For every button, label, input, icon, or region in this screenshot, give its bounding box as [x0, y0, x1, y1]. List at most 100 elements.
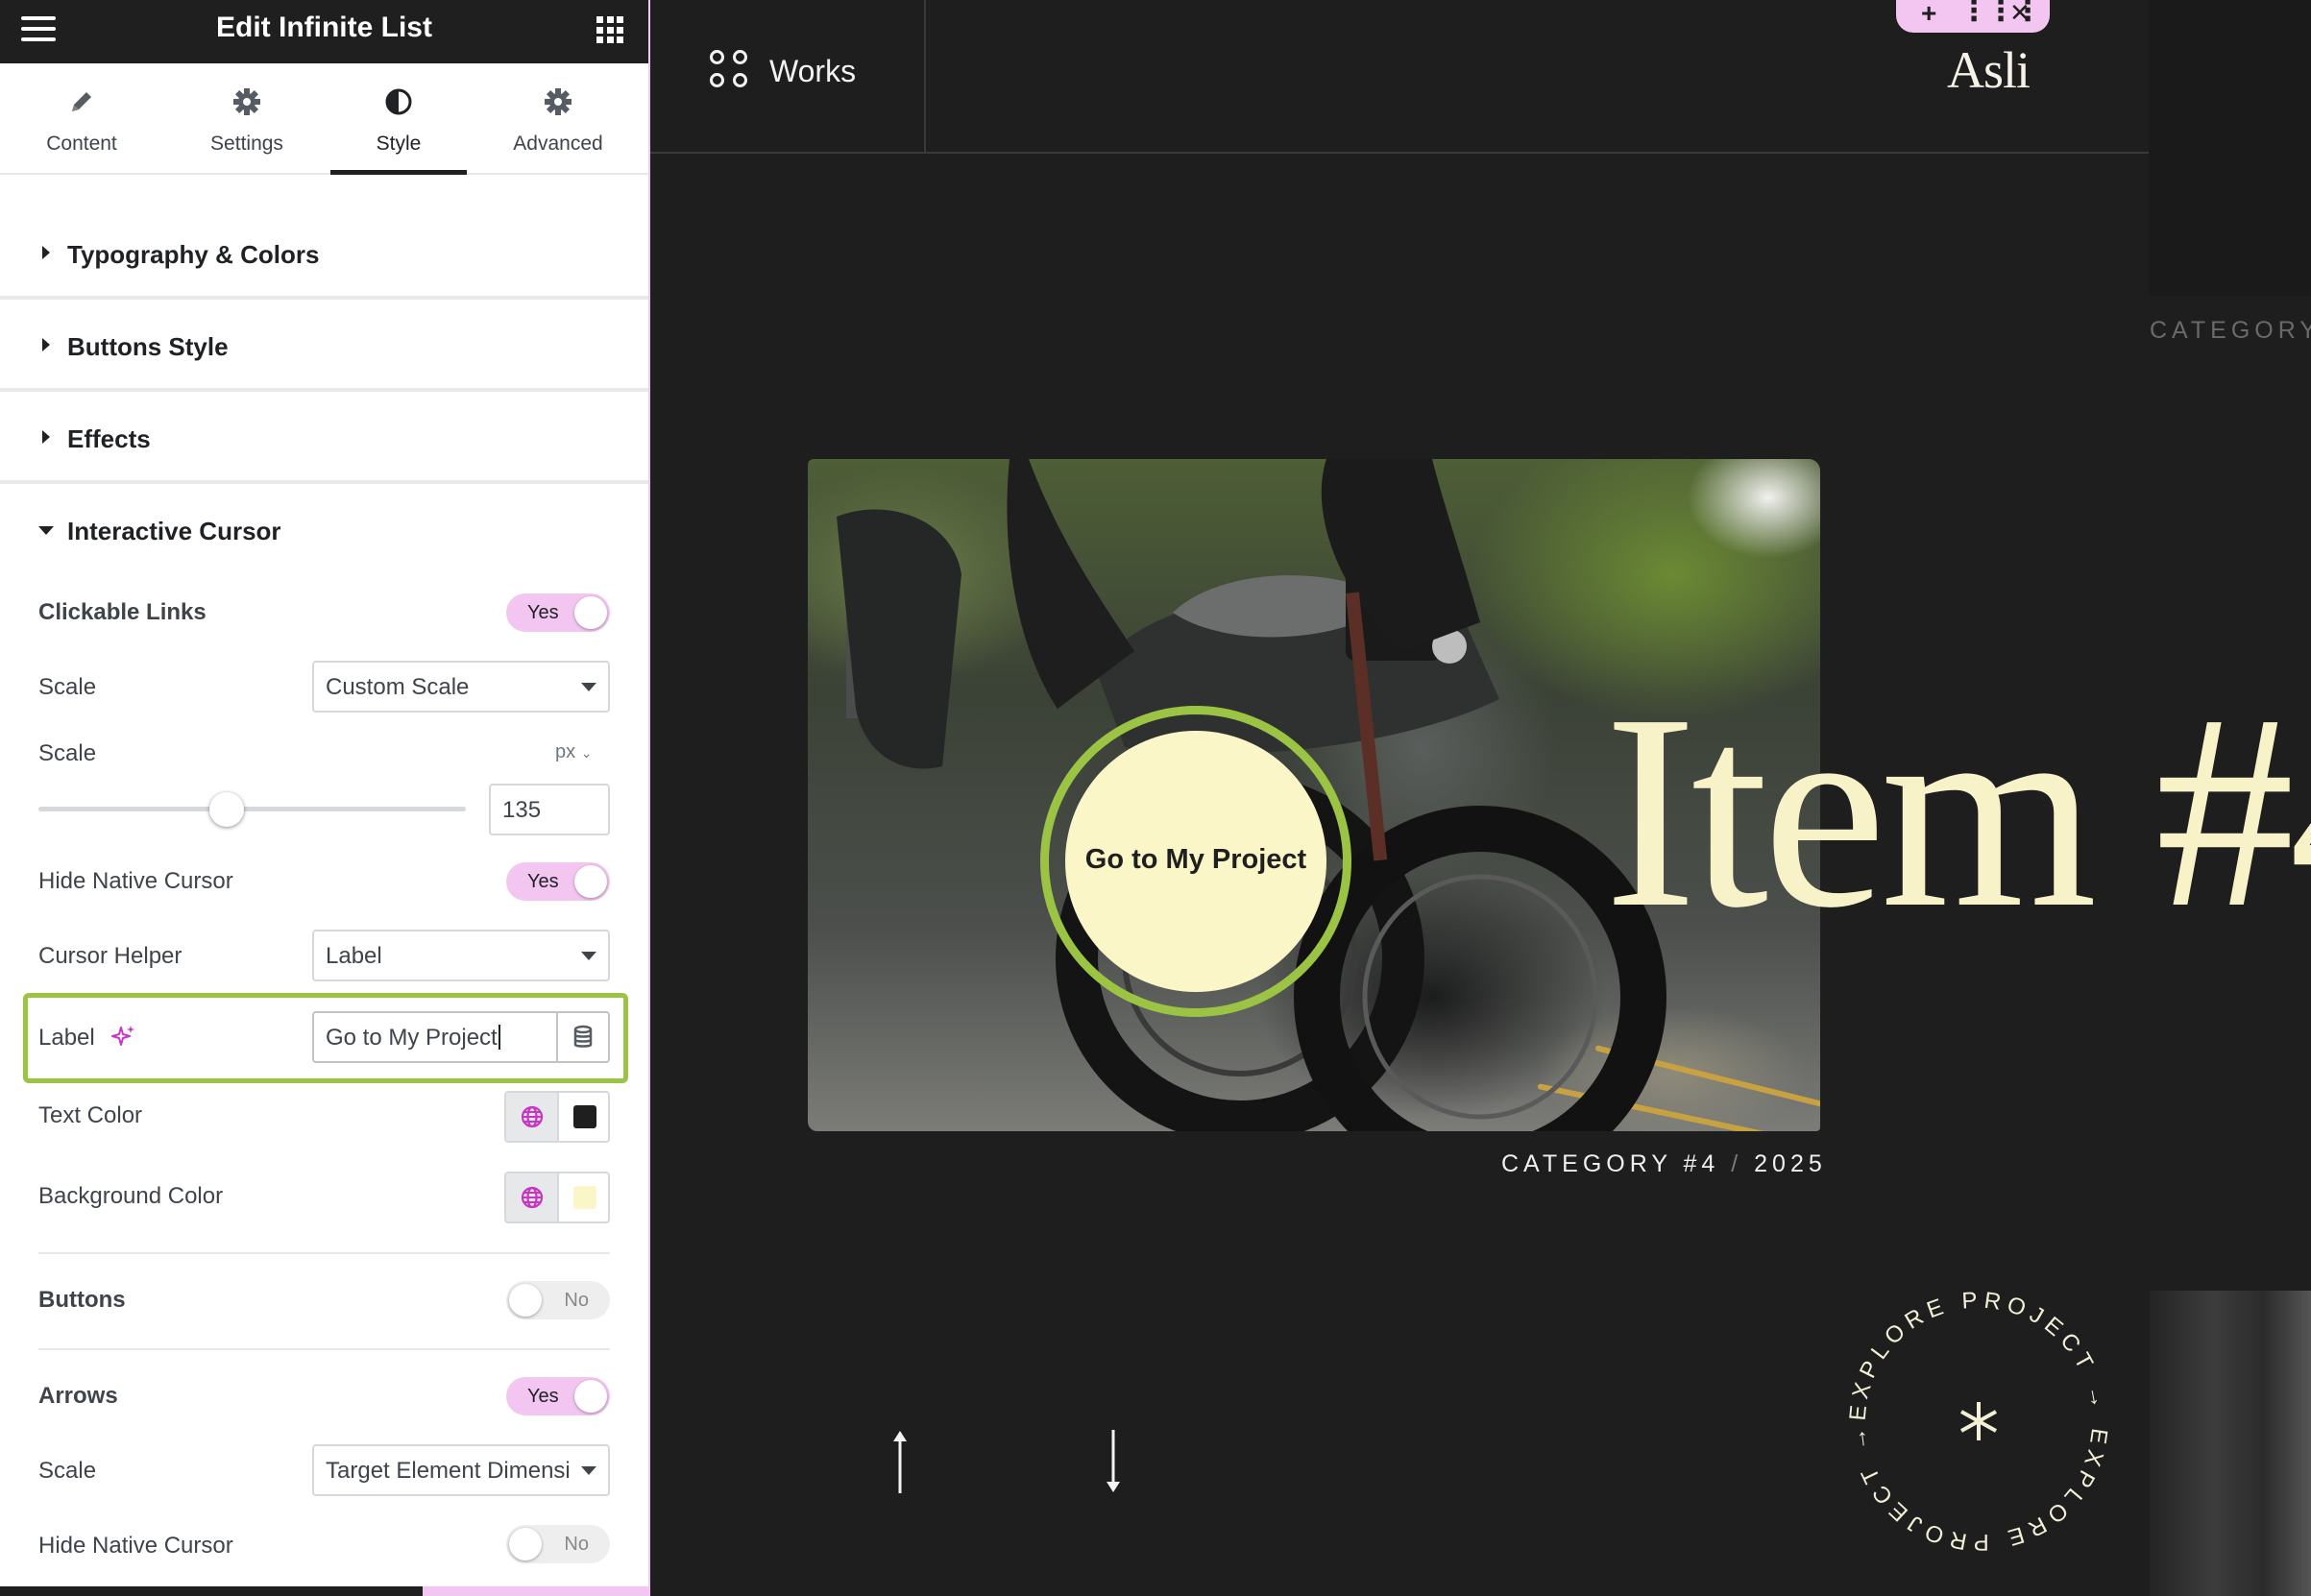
globe-icon	[521, 1105, 544, 1128]
buttons-toggle[interactable]: No	[506, 1281, 610, 1319]
category-separator: /	[1731, 1150, 1743, 1177]
arrows-scale-label: Scale	[38, 1458, 97, 1484]
category-name: CATEGORY #4	[1501, 1150, 1720, 1177]
next-item-category: CATEGORY	[2150, 317, 2311, 344]
next-item-image	[2149, 0, 2311, 296]
divider	[38, 1348, 610, 1350]
toggle-state: Yes	[527, 871, 559, 892]
scale-slider-track[interactable]	[38, 807, 466, 811]
cursor-helper-select[interactable]: Label	[312, 930, 610, 981]
asterisk-icon	[1960, 1402, 1997, 1440]
section-interactive-cursor[interactable]: Interactive Cursor	[0, 484, 648, 576]
section-buttons-style[interactable]: Buttons Style	[0, 300, 648, 392]
cursor-helper-label: Cursor Helper	[38, 943, 182, 969]
contrast-icon	[385, 88, 412, 115]
divider	[38, 1252, 610, 1254]
toggle-knob	[574, 1380, 607, 1413]
chevron-down-icon	[581, 952, 596, 960]
arrows-scale-select[interactable]: Target Element Dimensi	[312, 1444, 610, 1496]
hide-native-cursor-toggle[interactable]: Yes	[506, 862, 610, 901]
input-value: Go to My Project	[326, 1025, 498, 1051]
background-color-swatch[interactable]	[573, 1186, 596, 1209]
plus-icon[interactable]: +	[1921, 0, 1936, 29]
toggle-knob	[574, 596, 607, 629]
hide-native-cursor-label: Hide Native Cursor	[38, 868, 233, 894]
global-colors-button[interactable]	[506, 1093, 559, 1141]
dynamic-tags-button[interactable]	[556, 1013, 608, 1061]
editor-panel: Edit Infinite List Content Settings Styl…	[0, 0, 648, 1596]
toggle-state: No	[564, 1290, 589, 1311]
scale-select[interactable]: Custom Scale	[312, 661, 610, 713]
section-title: Typography & Colors	[67, 240, 320, 269]
caret-down-icon	[38, 526, 54, 535]
section-typography-colors[interactable]: Typography & Colors	[0, 207, 648, 300]
works-grid-icon[interactable]	[710, 50, 750, 90]
explore-project-badge[interactable]: EXPLORE PROJECT → EXPLORE PROJECT →	[1835, 1277, 2123, 1565]
ai-sparkle-icon[interactable]	[110, 1024, 135, 1049]
close-icon[interactable]: ✕	[2009, 0, 2031, 28]
arrows-hide-native-cursor-label: Hide Native Cursor	[38, 1533, 233, 1559]
unit-selector[interactable]: px ⌄	[555, 741, 592, 763]
buttons-label: Buttons	[38, 1287, 126, 1313]
tab-advanced-label: Advanced	[513, 133, 603, 155]
gear-icon	[545, 88, 572, 115]
works-link[interactable]: Works	[769, 54, 856, 89]
category-year: 2025	[1754, 1150, 1827, 1177]
text-color-swatch[interactable]	[573, 1105, 596, 1128]
site-preview: Works Asli + ⋮⋮⋮ ✕ CATEGORY Item #4	[650, 0, 2311, 1596]
background-color-label: Background Color	[38, 1183, 224, 1209]
pencil-icon	[72, 92, 91, 111]
scale-slider-handle[interactable]	[208, 792, 244, 827]
globe-icon	[521, 1186, 544, 1209]
site-logo[interactable]: Asli	[1947, 40, 2031, 100]
chevron-down-icon: ⌄	[580, 745, 593, 761]
tab-style[interactable]: Style	[330, 63, 467, 175]
text-color-control[interactable]	[504, 1091, 610, 1143]
caret-right-icon	[42, 338, 50, 351]
tab-style-label: Style	[376, 133, 422, 155]
background-color-control[interactable]	[504, 1172, 610, 1223]
panel-title: Edit Infinite List	[216, 12, 432, 43]
unit-value: px	[555, 741, 576, 762]
text-color-label: Text Color	[38, 1102, 143, 1128]
caret-right-icon	[42, 246, 50, 259]
toggle-state: No	[564, 1534, 589, 1555]
header-vertical-divider	[924, 0, 926, 152]
toggle-state: Yes	[527, 602, 559, 623]
tab-settings[interactable]: Settings	[179, 63, 315, 175]
arrows-label: Arrows	[38, 1383, 118, 1409]
arrow-up-icon[interactable]	[886, 1428, 914, 1495]
widgets-grid-icon[interactable]	[596, 16, 623, 43]
tab-advanced[interactable]: Advanced	[490, 63, 626, 175]
arrows-hide-native-cursor-toggle[interactable]: No	[506, 1525, 610, 1563]
arrow-down-icon[interactable]	[1099, 1428, 1128, 1495]
next-item-image	[2150, 1291, 2311, 1596]
toggle-state: Yes	[527, 1386, 559, 1407]
database-icon	[573, 1025, 593, 1048]
select-value: Custom Scale	[326, 674, 470, 700]
scale-number-input[interactable]: 135	[489, 784, 610, 835]
toggle-knob	[509, 1284, 542, 1317]
arrows-toggle[interactable]: Yes	[506, 1377, 610, 1415]
section-handle[interactable]: + ⋮⋮⋮ ✕	[1896, 0, 2050, 33]
scale-label: Scale	[38, 674, 97, 700]
item-title[interactable]: Item #4	[1604, 672, 2311, 951]
header-divider	[650, 152, 2311, 154]
section-effects[interactable]: Effects	[0, 392, 648, 484]
scale-slider-label: Scale	[38, 740, 97, 766]
global-colors-button[interactable]	[506, 1173, 559, 1221]
panel-footer	[0, 1586, 648, 1596]
toggle-knob	[509, 1528, 542, 1560]
label-text-input[interactable]: Go to My Project	[312, 1011, 610, 1063]
item-category: CATEGORY #4 / 2025	[1501, 1150, 1827, 1178]
caret-right-icon	[42, 430, 50, 444]
clickable-links-label: Clickable Links	[38, 599, 207, 625]
toggle-knob	[574, 865, 607, 898]
panel-tabs: Content Settings Style Advanced	[0, 63, 648, 175]
tab-settings-label: Settings	[210, 133, 283, 155]
panel-header: Edit Infinite List	[0, 0, 648, 63]
tab-content[interactable]: Content	[13, 63, 150, 175]
cursor-label-text: Go to My Project	[1084, 844, 1307, 875]
clickable-links-toggle[interactable]: Yes	[506, 593, 610, 632]
select-value: Target Element Dimensi	[326, 1458, 571, 1484]
